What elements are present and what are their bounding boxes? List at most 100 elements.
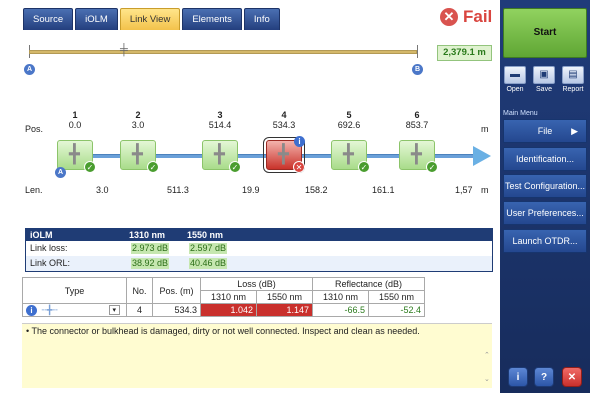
scroll-down-icon[interactable]: ⌄ (484, 375, 490, 383)
element-column-5: 5 692.6 (329, 110, 369, 130)
element-2-connector[interactable]: ╋ ✓ (120, 140, 159, 173)
connector-icon: ╋ (214, 144, 225, 164)
diagnostic-scrollbar[interactable]: ⌃ ⌄ (482, 323, 492, 388)
element-position: 534.3 (272, 120, 296, 130)
element-number: 6 (414, 110, 420, 120)
link-loss-row: Link loss: 2.973 dB 2.597 dB (26, 241, 492, 256)
close-icon[interactable]: ✕ (562, 367, 582, 387)
save-icon: ▣ (533, 66, 555, 84)
info-icon[interactable]: i (26, 304, 37, 316)
report-icon: ▤ (562, 66, 584, 84)
col-refl-1310: 1310 nm (312, 290, 369, 304)
link-orl-label: Link ORL: (30, 258, 71, 268)
col-loss-1550: 1550 nm (256, 290, 313, 304)
scroll-up-icon[interactable]: ⌃ (484, 351, 490, 359)
chevron-down-icon[interactable]: ▾ (108, 305, 120, 316)
diagnostic-text: • The connector or bulkhead is damaged, … (26, 326, 420, 336)
element-position: 692.6 (337, 120, 361, 130)
connector-icon: ╋ (278, 144, 289, 164)
link-loss-label: Link loss: (30, 243, 68, 253)
report-button[interactable]: ▤ Report (560, 66, 586, 93)
save-label: Save (536, 86, 552, 93)
open-button[interactable]: ▬ Open (502, 66, 528, 93)
report-label: Report (562, 86, 584, 93)
pass-check-icon: ✓ (84, 161, 96, 173)
cell-no: 4 (126, 303, 153, 317)
cell-loss-1310: 1.042 (200, 303, 257, 317)
iolm-summary-panel: iOLM 1310 nm 1550 nm Link loss: 2.973 dB… (25, 228, 493, 272)
total-distance: 2,379.1 m (437, 45, 492, 61)
element-table: Type No. Pos. (m) Loss (dB) Reflectance … (22, 277, 425, 317)
section-length: 19.9 (242, 185, 260, 195)
start-button[interactable]: Start (503, 8, 587, 58)
overview-fiber-bar[interactable] (29, 50, 417, 54)
overview-end-tick (417, 45, 418, 58)
tab-info[interactable]: Info (243, 8, 280, 30)
section-length: 511.3 (167, 185, 189, 195)
menu-user-preferences[interactable]: User Preferences... (503, 201, 587, 225)
right-panel: Start ▬ Open ▣ Save ▤ Report Main Menu F… (500, 0, 590, 393)
element-column-4: 4 534.3 (264, 110, 304, 130)
status-text: Fail (463, 7, 493, 26)
overview-cursor-icon[interactable]: ╪ (120, 44, 128, 56)
element-3-connector[interactable]: ╋ ✓ (202, 140, 241, 173)
element-column-1: 1 0.0 (55, 110, 95, 130)
col-pos: Pos. (m) (152, 277, 201, 304)
connector-icon: ╋ (132, 144, 143, 164)
link-orl-1310: 38.92 dB (131, 258, 170, 269)
section-length: 158.2 (305, 185, 328, 195)
info-icon[interactable]: i (294, 136, 305, 147)
col-no: No. (126, 277, 153, 304)
element-1-connector[interactable]: ╋ ✓ (57, 140, 96, 173)
link-loss-1550: 2.597 dB (189, 243, 228, 254)
tab-source[interactable]: Source (23, 8, 74, 30)
type-dropdown[interactable]: ▾ (102, 303, 127, 317)
save-button[interactable]: ▣ Save (531, 66, 557, 93)
menu-launch-otdr[interactable]: Launch OTDR... (503, 229, 587, 253)
menu-identification[interactable]: Identification... (503, 147, 587, 171)
element-5-connector[interactable]: ╋ ✓ (331, 140, 370, 173)
folder-icon: ▬ (504, 66, 526, 84)
pass-check-icon: ✓ (147, 161, 159, 173)
diagnostic-message: • The connector or bulkhead is damaged, … (22, 323, 492, 388)
element-number: 4 (281, 110, 287, 120)
element-column-2: 2 3.0 (118, 110, 158, 130)
pass-check-icon: ✓ (229, 161, 241, 173)
triangle-right-icon: ▶ (571, 126, 578, 136)
element-position: 3.0 (131, 120, 145, 130)
point-a-icon: A (24, 64, 35, 75)
element-6-connector[interactable]: ╋ ✓ (399, 140, 438, 173)
info-icon[interactable]: i (508, 367, 528, 387)
help-icon[interactable]: ? (534, 367, 554, 387)
element-position: 853.7 (405, 120, 429, 130)
element-column-6: 6 853.7 (397, 110, 437, 130)
col-refl-1550: 1550 nm (368, 290, 425, 304)
link-orl-1550: 40.46 dB (189, 258, 228, 269)
link-end-arrow-icon (473, 146, 491, 166)
connector-icon: ╋ (343, 144, 354, 164)
col-loss: Loss (dB) (200, 277, 313, 291)
tab-bar: Source iOLM Link View Elements Info (23, 8, 280, 30)
tab-iolm[interactable]: iOLM (75, 8, 118, 30)
menu-file[interactable]: File ▶ (503, 119, 587, 143)
element-position: 514.4 (208, 120, 232, 130)
tab-link-view[interactable]: Link View (119, 8, 181, 30)
fail-icon: ✕ (440, 8, 458, 26)
cell-pos: 534.3 (152, 303, 201, 317)
summary-wl-1310: 1310 nm (129, 230, 166, 240)
col-reflectance: Reflectance (dB) (312, 277, 425, 291)
fail-cross-icon: ✕ (293, 161, 305, 173)
menu-test-configuration[interactable]: Test Configuration... (503, 174, 587, 198)
summary-wl-1550: 1550 nm (187, 230, 224, 240)
table-row[interactable]: i ╌╋╌ ▾ 4 534.3 1.042 1.147 -66.5 -52.4 (22, 303, 425, 317)
element-position: 0.0 (68, 120, 82, 130)
pass-check-icon: ✓ (358, 161, 370, 173)
tab-elements[interactable]: Elements (182, 8, 242, 30)
cell-refl-1550: -52.4 (368, 303, 425, 317)
open-label: Open (506, 86, 524, 93)
element-number: 5 (346, 110, 352, 120)
connector-icon: ╋ (411, 144, 422, 164)
cell-refl-1310: -66.5 (312, 303, 369, 317)
element-4-connector[interactable]: ╋ i ✕ (263, 136, 305, 173)
element-column-3: 3 514.4 (200, 110, 240, 130)
